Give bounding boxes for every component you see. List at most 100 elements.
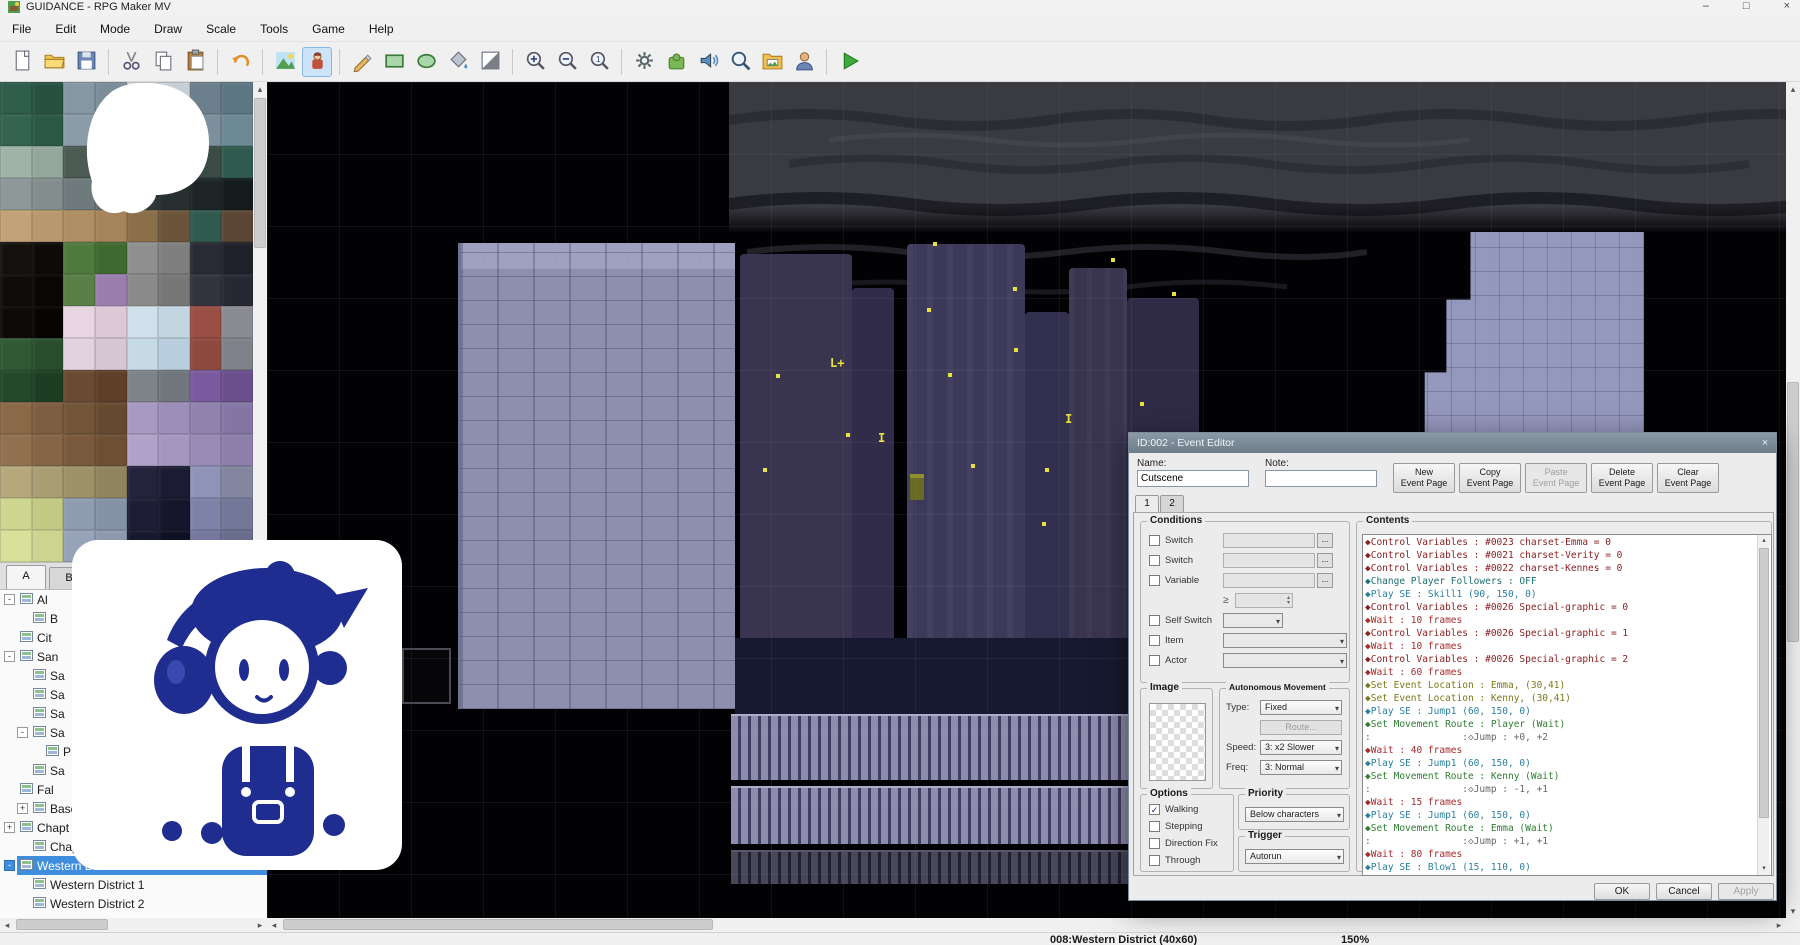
palette-tile[interactable] xyxy=(0,338,32,370)
tree-expander-icon[interactable]: + xyxy=(4,822,15,833)
palette-tile[interactable] xyxy=(221,178,253,210)
palette-tile[interactable] xyxy=(158,370,190,402)
copy-button[interactable] xyxy=(148,47,178,77)
movement-freq-combo[interactable]: 3: Normal▾ xyxy=(1260,760,1342,775)
palette-tile[interactable] xyxy=(95,242,127,274)
ok-button[interactable]: OK xyxy=(1594,883,1650,900)
palette-tile[interactable] xyxy=(63,306,95,338)
menu-draw[interactable]: Draw xyxy=(142,18,194,40)
scrollbar-thumb[interactable] xyxy=(1759,548,1769,818)
open-project-button[interactable] xyxy=(39,47,69,77)
palette-tile[interactable] xyxy=(32,274,64,306)
event-command-line[interactable]: ◆Set Event Location : Kenny, (30,41) xyxy=(1365,692,1769,705)
cancel-button[interactable]: Cancel xyxy=(1656,883,1712,900)
event-command-line[interactable]: ◆Play SE : Jump1 (60, 150, 0) xyxy=(1365,705,1769,718)
palette-tile[interactable] xyxy=(0,306,32,338)
palette-tile[interactable] xyxy=(63,434,95,466)
variable-value-spinner[interactable]: ▴▾ xyxy=(1235,593,1293,608)
switch-field[interactable] xyxy=(1223,533,1315,548)
scroll-left-icon[interactable]: ◂ xyxy=(0,918,14,932)
palette-tile[interactable] xyxy=(32,242,64,274)
palette-tile[interactable] xyxy=(221,306,253,338)
event-command-line[interactable]: : :◇Jump : +0, +2 xyxy=(1365,731,1769,744)
maximize-button[interactable]: □ xyxy=(1743,0,1750,12)
item-checkbox[interactable] xyxy=(1149,635,1160,646)
palette-tile[interactable] xyxy=(127,434,159,466)
palette-tile[interactable] xyxy=(190,242,222,274)
direction-fix-checkbox[interactable] xyxy=(1149,838,1160,849)
palette-tile[interactable] xyxy=(95,370,127,402)
ellipse-button[interactable] xyxy=(411,47,441,77)
walking-checkbox[interactable]: ✓ xyxy=(1149,804,1160,815)
palette-tile[interactable] xyxy=(221,146,253,178)
scroll-right-icon[interactable]: ▸ xyxy=(1772,918,1786,932)
palette-tile[interactable] xyxy=(158,434,190,466)
palette-tile[interactable] xyxy=(32,210,64,242)
stepping-checkbox[interactable] xyxy=(1149,821,1160,832)
palette-tile[interactable] xyxy=(221,242,253,274)
switch-browse-button[interactable]: ... xyxy=(1317,533,1333,548)
palette-tile[interactable] xyxy=(95,338,127,370)
palette-tile[interactable] xyxy=(63,274,95,306)
event-command-line[interactable]: ◆Play SE : Blow1 (15, 110, 0) xyxy=(1365,861,1769,874)
palette-tile[interactable] xyxy=(127,402,159,434)
movement-speed-combo[interactable]: 3: x2 Slower▾ xyxy=(1260,740,1342,755)
tree-expander-icon[interactable]: - xyxy=(17,727,28,738)
tree-item-content[interactable]: Western District 1 xyxy=(30,875,267,894)
menu-game[interactable]: Game xyxy=(300,18,357,40)
palette-tile[interactable] xyxy=(221,274,253,306)
palette-tile[interactable] xyxy=(0,178,32,210)
paste-event-page-button[interactable]: PasteEvent Page xyxy=(1525,463,1587,493)
event-command-line[interactable]: ◆Play SE : Jump1 (60, 150, 0) xyxy=(1365,757,1769,770)
menu-mode[interactable]: Mode xyxy=(88,18,142,40)
palette-tile[interactable] xyxy=(0,242,32,274)
palette-tile[interactable] xyxy=(63,402,95,434)
switch-checkbox[interactable] xyxy=(1149,535,1160,546)
event-command-line[interactable]: ◆Set Movement Route : Player (Wait) xyxy=(1365,718,1769,731)
palette-tile[interactable] xyxy=(32,114,64,146)
palette-tile[interactable] xyxy=(95,274,127,306)
palette-tile[interactable] xyxy=(190,466,222,498)
event-command-line[interactable]: ◆Control Variables : #0021 charset-Verit… xyxy=(1365,549,1769,562)
event-note-input[interactable] xyxy=(1265,470,1377,487)
palette-tile[interactable] xyxy=(0,210,32,242)
palette-tile[interactable] xyxy=(158,242,190,274)
palette-tile[interactable] xyxy=(0,146,32,178)
event-command-line[interactable]: ◆Control Variables : #0026 Special-graph… xyxy=(1365,653,1769,666)
event-command-line[interactable]: ◆Wait : 60 frames xyxy=(1365,666,1769,679)
close-button[interactable]: × xyxy=(1784,0,1790,12)
palette-tile[interactable] xyxy=(95,466,127,498)
palette-tile[interactable] xyxy=(63,498,95,530)
self-switch-combo[interactable]: ▾ xyxy=(1223,613,1283,628)
palette-tile[interactable] xyxy=(221,114,253,146)
actual-size-button[interactable]: 1 xyxy=(584,47,614,77)
event-page-tab-1[interactable]: 1 xyxy=(1135,495,1159,513)
resource-manager-button[interactable] xyxy=(757,47,787,77)
variable-field[interactable] xyxy=(1223,573,1315,588)
tree-expander-icon[interactable]: - xyxy=(4,860,15,871)
palette-tile[interactable] xyxy=(158,274,190,306)
event-command-list[interactable]: ◆Control Variables : #0023 charset-Emma … xyxy=(1362,534,1772,876)
scroll-down-icon[interactable]: ▾ xyxy=(1758,863,1770,875)
palette-tile[interactable] xyxy=(0,530,32,562)
scroll-left-icon[interactable]: ◂ xyxy=(267,918,281,932)
palette-tile[interactable] xyxy=(127,338,159,370)
palette-tile[interactable] xyxy=(32,498,64,530)
paste-button[interactable] xyxy=(180,47,210,77)
scroll-up-icon[interactable]: ▴ xyxy=(253,82,267,96)
event-command-line[interactable]: ◆Control Variables : #0022 charset-Kenne… xyxy=(1365,562,1769,575)
palette-tile[interactable] xyxy=(0,402,32,434)
event-command-line[interactable]: ◆Wait : 80 frames xyxy=(1365,848,1769,861)
menu-scale[interactable]: Scale xyxy=(194,18,248,40)
event-command-line[interactable]: ◆Set Movement Route : Emma (Wait) xyxy=(1365,822,1769,835)
tree-expander-icon[interactable]: - xyxy=(4,651,15,662)
event-command-line[interactable]: ◆Wait : 15 frames xyxy=(1365,796,1769,809)
scroll-up-icon[interactable]: ▴ xyxy=(1758,535,1770,547)
palette-tile[interactable] xyxy=(32,530,64,562)
palette-tile[interactable] xyxy=(127,306,159,338)
dialog-close-icon[interactable]: × xyxy=(1757,435,1773,451)
palette-tile[interactable] xyxy=(158,306,190,338)
palette-tile[interactable] xyxy=(0,114,32,146)
palette-scrollbar[interactable]: ▴ ▾ xyxy=(253,82,267,562)
save-project-button[interactable] xyxy=(71,47,101,77)
